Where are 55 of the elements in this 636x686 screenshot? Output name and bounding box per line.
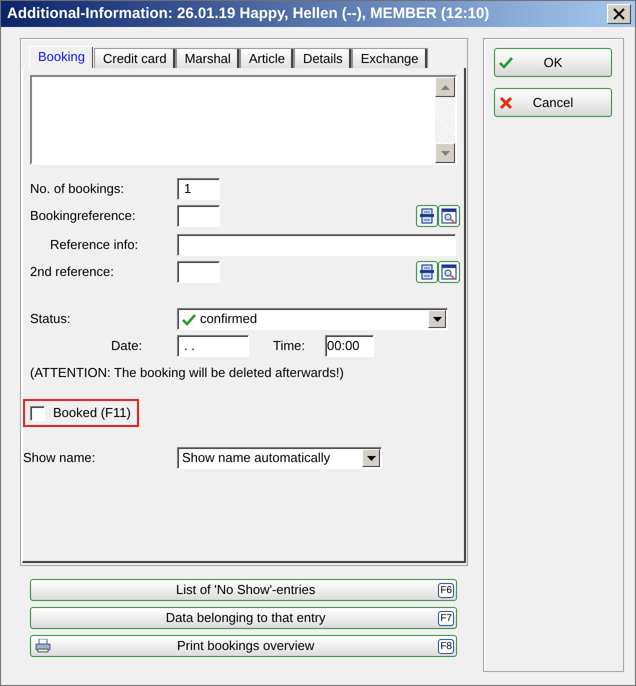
booking-reference-field[interactable] bbox=[177, 205, 220, 227]
booked-checkbox[interactable]: Booked (F11) bbox=[23, 399, 139, 427]
list-button[interactable] bbox=[416, 205, 438, 227]
shortcut-key: F6 bbox=[438, 582, 454, 598]
field-label: Time: bbox=[273, 337, 306, 356]
date-field[interactable]: . . bbox=[177, 335, 249, 357]
shortcut-key: F7 bbox=[438, 610, 454, 626]
tab[interactable]: Credit card bbox=[94, 48, 176, 68]
time-field[interactable]: 00:00 bbox=[325, 335, 374, 357]
field-label: Show name: bbox=[23, 449, 96, 468]
field-label: 2nd reference: bbox=[30, 263, 115, 282]
list-icon bbox=[419, 208, 435, 224]
search-icon bbox=[441, 264, 457, 280]
reference-info-field[interactable] bbox=[177, 234, 456, 256]
caret-icon bbox=[366, 456, 376, 460]
close-icon bbox=[499, 96, 513, 110]
ok-button[interactable]: OK bbox=[494, 48, 612, 77]
field-label: No. of bookings: bbox=[30, 180, 125, 198]
search-button[interactable] bbox=[438, 205, 460, 227]
scroll-up-button[interactable] bbox=[435, 77, 455, 97]
bookings-count-field[interactable]: 1 bbox=[177, 178, 220, 200]
tab[interactable]: Marshal bbox=[176, 48, 240, 68]
close-icon bbox=[613, 8, 625, 20]
scroll-down-button[interactable] bbox=[435, 143, 455, 163]
window-title: Additional-Information: 26.01.19 Happy, Hellen (--), MEMBER (12:10) bbox=[7, 4, 490, 24]
check-icon bbox=[499, 56, 513, 69]
scroll-down-icon bbox=[440, 150, 450, 156]
close-button[interactable] bbox=[607, 4, 631, 24]
field-label: Date: bbox=[110, 337, 144, 356]
status-dropdown[interactable]: confirmed bbox=[177, 308, 448, 330]
printer-icon bbox=[35, 639, 51, 653]
field-label: Reference info: bbox=[49, 236, 140, 254]
check-icon bbox=[182, 312, 196, 326]
search-icon bbox=[441, 208, 457, 224]
field-label: Status: bbox=[30, 310, 72, 328]
attention-text: (ATTENTION: The booking will be deleted afterwards!) bbox=[30, 364, 345, 381]
caret-icon bbox=[432, 316, 442, 322]
second-reference-field[interactable] bbox=[177, 261, 220, 283]
show-name-dropdown[interactable]: Show name automatically bbox=[177, 447, 382, 469]
list-icon bbox=[419, 264, 435, 280]
cancel-button[interactable]: Cancel bbox=[494, 88, 612, 117]
tab[interactable]: Article bbox=[240, 48, 294, 68]
notes-field[interactable] bbox=[30, 75, 457, 165]
scroll-up-icon bbox=[440, 84, 450, 90]
list-button[interactable] bbox=[416, 261, 438, 283]
search-button[interactable] bbox=[438, 261, 460, 283]
action-button[interactable]: Print bookings overview F8 bbox=[30, 635, 457, 657]
tab[interactable]: Details bbox=[294, 48, 352, 68]
tab[interactable]: Booking bbox=[29, 46, 94, 68]
scrollbar[interactable] bbox=[435, 77, 455, 163]
shortcut-key: F8 bbox=[438, 638, 454, 654]
tab[interactable]: Exchange bbox=[352, 48, 428, 68]
field-label: Bookingreference: bbox=[30, 207, 137, 226]
action-button[interactable]: Data belonging to that entry F7 bbox=[30, 607, 457, 629]
action-button[interactable]: List of 'No Show'-entries F6 bbox=[30, 579, 457, 601]
